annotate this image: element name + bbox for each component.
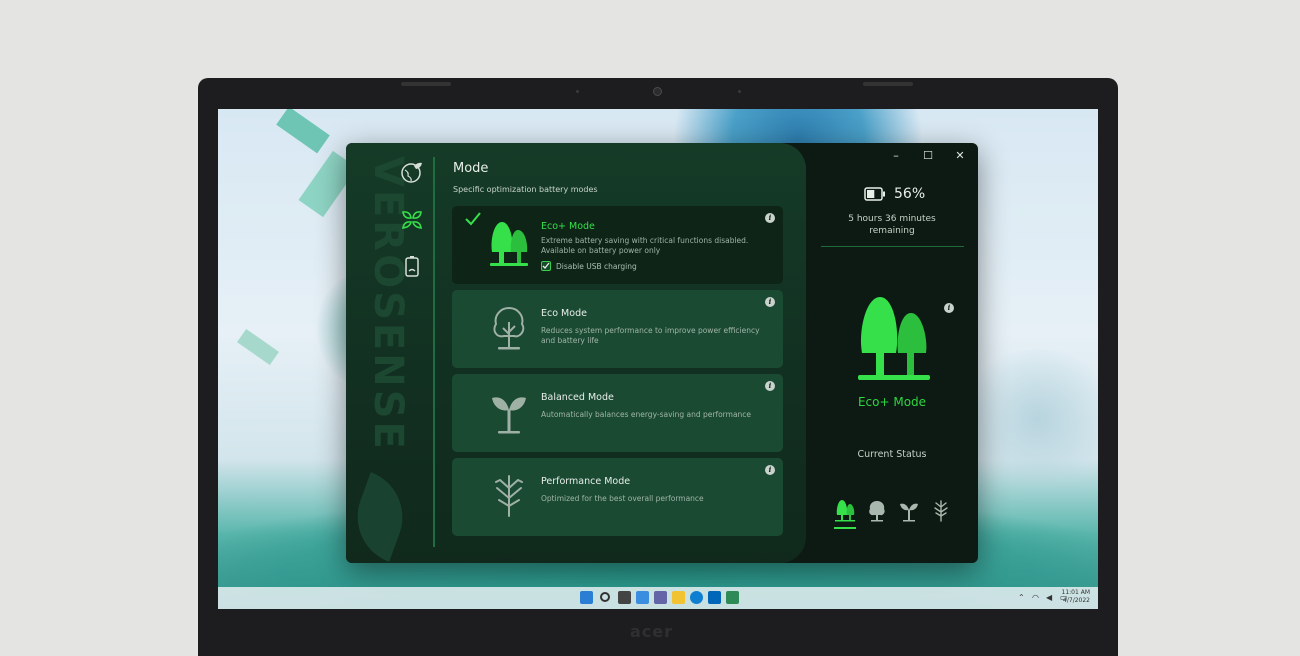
webcam [653,87,662,96]
taskbar-time: 11:01 AM [1061,589,1090,596]
leaves-icon[interactable] [399,207,425,233]
veroSense-taskbar-icon[interactable] [726,591,739,604]
leaf-decoration-icon [346,472,416,562]
info-icon[interactable]: i [765,213,775,223]
twin-trees-icon[interactable] [834,499,856,529]
brand-watermark: VEROSENSE [365,156,411,452]
chat-icon[interactable] [654,591,667,604]
bezel-hinge [401,82,451,86]
search-icon[interactable] [600,592,610,602]
mode-panel: VEROSENSE Mode Specific optimization bat… [346,143,806,563]
wallpaper-shard [276,109,330,154]
page-title: Mode [453,161,489,176]
battery-percent: 56% [894,186,926,202]
current-status-label: Current Status [857,449,927,460]
taskbar-clock[interactable]: 11:01 AM 4/7/2022 [1062,589,1090,605]
tray-chevron-icon[interactable]: ⌃ [1018,593,1025,602]
mode-description: Optimized for the best overall performan… [541,494,704,503]
usb-charging-checkbox[interactable] [541,261,551,271]
nav-rail-line [433,157,435,547]
wallpaper-shard [237,328,279,366]
info-icon[interactable]: i [765,297,775,307]
twin-trees-icon [856,295,932,387]
battery-status: 56% [864,186,925,202]
divider [821,246,964,247]
mode-card-balanced[interactable]: Balanced Mode Automatically balances ene… [452,374,783,452]
mode-description: Extreme battery saving with critical fun… [541,236,749,255]
mode-card-performance[interactable]: Performance Mode Optimized for the best … [452,458,783,536]
volume-icon[interactable]: ◀ [1046,593,1052,602]
bare-branch-icon[interactable] [930,499,952,523]
mode-name: Performance Mode [541,476,631,487]
taskbar: ⌃ ◠ ◀ ▭ 11:01 AM 4/7/2022 [218,587,1098,609]
bare-branch-icon [488,472,530,520]
tree-icon [488,304,530,352]
sprout-icon [488,388,530,436]
time-remaining-value: 5 hours 36 minutes [848,214,936,224]
laptop-logo: acer [630,622,674,641]
bezel-hinge [863,82,913,86]
screen: VEROSENSE Mode Specific optimization bat… [218,109,1098,609]
status-panel: – ☐ ✕ 56% 5 hours 36 minutes remaining i… [806,143,978,563]
usb-charging-label: Disable USB charging [556,261,637,271]
selected-check-icon [465,212,481,226]
mode-name: Eco+ Mode [541,221,595,232]
start-icon[interactable] [580,591,593,604]
mode-card-eco-plus[interactable]: Eco+ Mode Extreme battery saving with cr… [452,206,783,284]
widgets-icon[interactable] [636,591,649,604]
sensor-dot [738,90,741,93]
veroSense-window: VEROSENSE Mode Specific optimization bat… [346,143,978,563]
info-icon[interactable]: i [765,381,775,391]
mode-description: Automatically balances energy-saving and… [541,410,752,419]
mode-quick-switch [834,499,958,531]
battery-level-icon [864,187,885,201]
mode-name: Balanced Mode [541,392,614,403]
mode-card-eco[interactable]: Eco Mode Reduces system performance to i… [452,290,783,368]
sprout-icon[interactable] [898,499,920,523]
close-button[interactable]: ✕ [952,149,968,162]
wifi-icon[interactable]: ◠ [1032,593,1039,602]
wallpaper-art [958,349,1098,489]
sensor-dot [576,90,579,93]
usb-charging-option[interactable]: Disable USB charging [541,261,637,271]
battery-icon[interactable] [399,253,425,279]
laptop: VEROSENSE Mode Specific optimization bat… [198,78,1118,656]
file-explorer-icon[interactable] [672,591,685,604]
page-subtitle: Specific optimization battery modes [453,185,598,194]
mode-description: Reduces system performance to improve po… [541,326,760,345]
edge-icon[interactable] [690,591,703,604]
time-remaining-label: remaining [869,226,915,236]
task-view-icon[interactable] [618,591,631,604]
info-icon[interactable]: i [944,303,954,313]
active-mode-indicator [834,527,856,529]
taskbar-date: 4/7/2022 [1063,597,1090,604]
tree-icon[interactable] [866,499,888,523]
info-icon[interactable]: i [765,465,775,475]
globe-leaf-icon[interactable] [399,159,425,185]
mode-name: Eco Mode [541,308,587,319]
time-remaining: 5 hours 36 minutes remaining [806,213,978,237]
maximize-button[interactable]: ☐ [920,149,936,162]
nav-rail: VEROSENSE [346,143,436,563]
twin-trees-icon [488,220,530,268]
minimize-button[interactable]: – [888,149,904,162]
store-icon[interactable] [708,591,721,604]
current-mode-name: Eco+ Mode [857,395,927,409]
